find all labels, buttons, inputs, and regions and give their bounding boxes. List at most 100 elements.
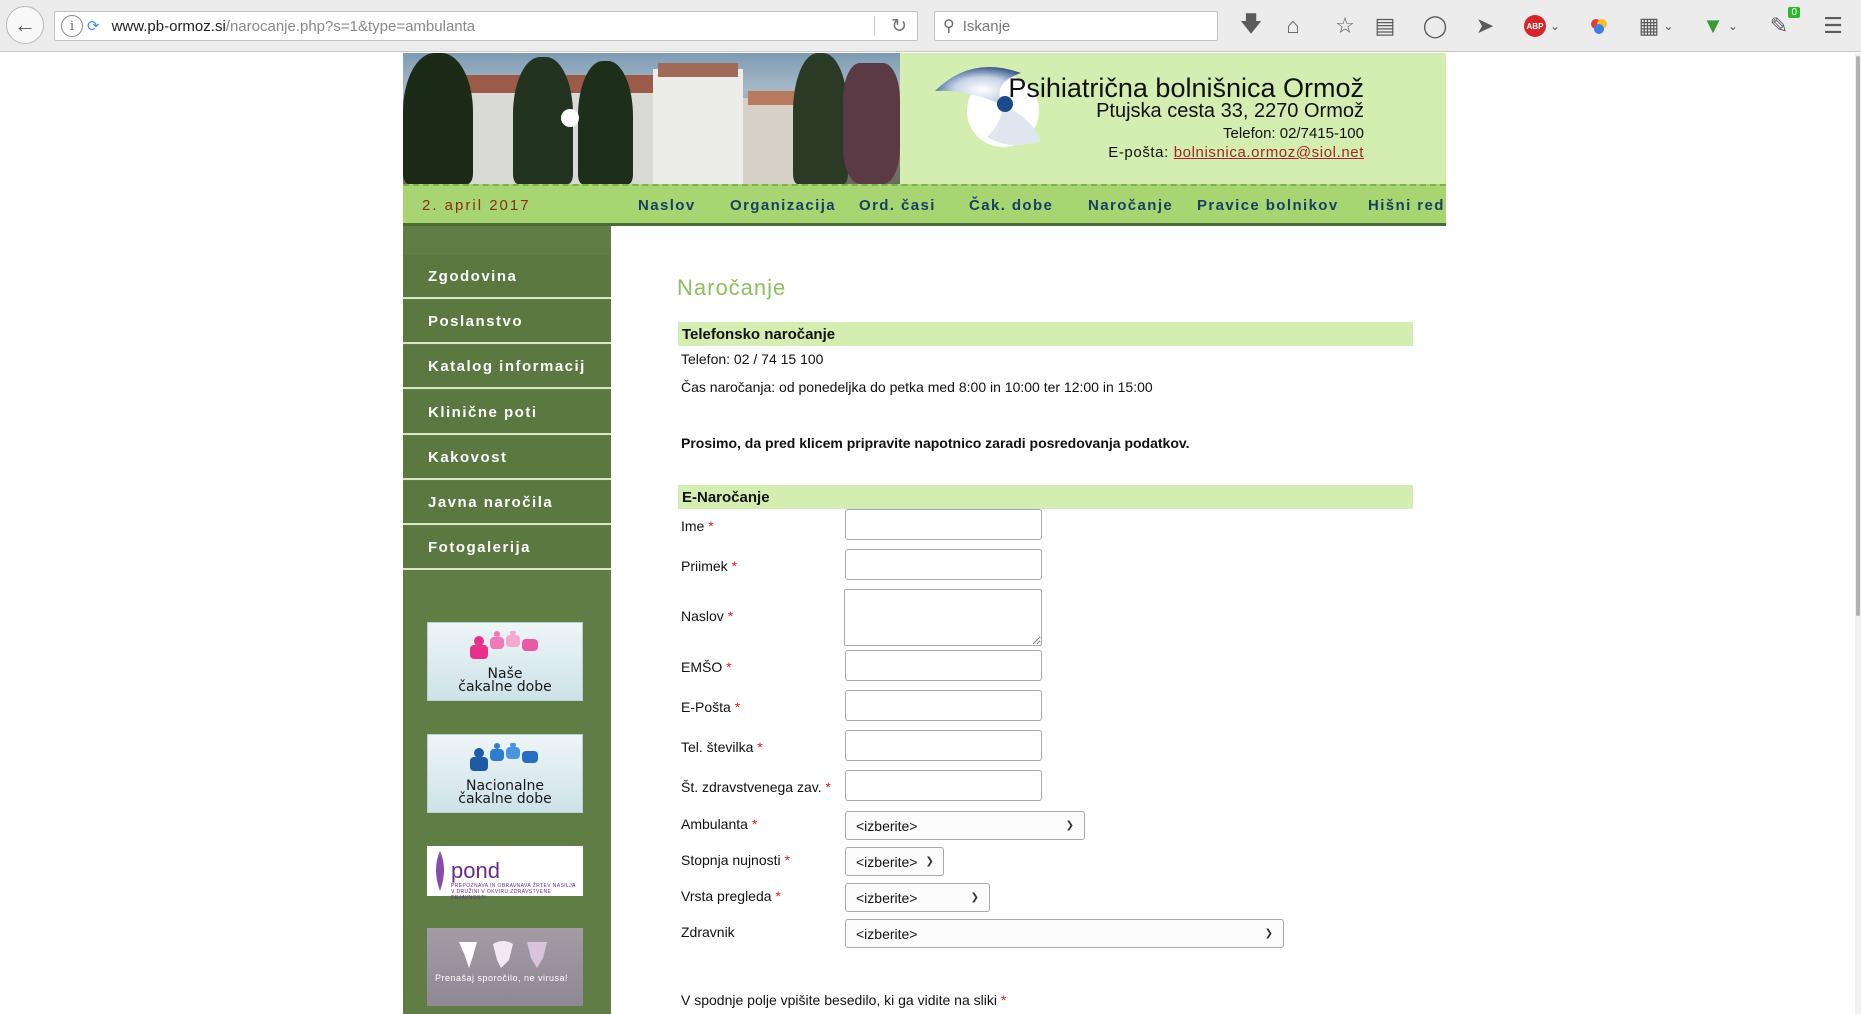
zdravnik-select[interactable]: <izberite> ❯ <box>845 919 1284 948</box>
chevron-down-icon: ❯ <box>970 892 979 903</box>
required-mark: * <box>734 699 741 715</box>
label-priimek-text: Priimek <box>681 558 728 574</box>
info-icon[interactable]: i <box>61 15 83 37</box>
page-scrollbar[interactable] <box>1855 53 1861 1014</box>
nav-naslov[interactable]: Naslov <box>638 197 696 214</box>
back-button[interactable]: ← <box>6 6 44 44</box>
label-vrsta-text: Vrsta pregleda <box>681 888 772 904</box>
label-eposta: E-Pošta * <box>681 699 740 715</box>
tel-input[interactable] <box>845 730 1042 761</box>
menu-icon[interactable]: ☰ <box>1820 13 1846 39</box>
phone-note: Prosimo, da pred klicem pripravite napot… <box>681 435 1190 451</box>
pond-subtitle: PREPOZNAVA IN OBRAVNAVA ŽRTEV NASILJA V … <box>451 883 576 901</box>
signature-extension-icon[interactable]: ✎ 0 <box>1766 7 1800 39</box>
ambulanta-select-value: <izberite> <box>856 817 918 834</box>
site-header: Psihiatrična bolnišnica Ormož Ptujska ce… <box>403 53 1446 184</box>
eposta-input[interactable] <box>845 690 1042 721</box>
required-mark: * <box>1000 992 1007 1008</box>
url-text: www.pb-ormoz.si/narocanje.php?s=1&type=a… <box>112 18 476 35</box>
nav-hisni-red[interactable]: Hišni red <box>1368 197 1445 214</box>
phone-section-heading: Telefonsko naročanje <box>678 322 1413 346</box>
sidebar-item-zgodovina[interactable]: Zgodovina <box>403 255 611 299</box>
sidebar-item-poslanstvo[interactable]: Poslanstvo <box>403 300 611 344</box>
ambulanta-select[interactable]: <izberite> ❯ <box>845 811 1085 840</box>
required-mark: * <box>825 779 831 795</box>
label-naslov: Naslov * <box>681 608 733 624</box>
nav-ord-casi[interactable]: Ord. časi <box>859 197 936 214</box>
required-mark: * <box>727 608 734 624</box>
label-priimek: Priimek * <box>681 558 737 574</box>
adblock-icon[interactable]: ABP ⌄ <box>1522 13 1562 39</box>
sidebar-item-kakovost[interactable]: Kakovost <box>403 436 611 480</box>
virus-campaign-text: Prenašaj sporočilo, ne virusa! <box>435 973 569 983</box>
priimek-input[interactable] <box>845 549 1042 580</box>
people-blue-icon <box>470 743 538 771</box>
required-mark: * <box>751 816 758 832</box>
color-extension-icon[interactable] <box>1586 13 1612 39</box>
nujnost-select[interactable]: <izberite> ❯ <box>845 847 944 876</box>
sidebar-item-fotogalerija[interactable]: Fotogalerija <box>403 526 611 570</box>
banner-nase-cakalne-dobe[interactable]: Naše čakalne dobe <box>427 622 583 701</box>
hands-icon <box>459 941 547 968</box>
required-mark: * <box>757 739 763 755</box>
banner-virus-campaign[interactable]: Prenašaj sporočilo, ne virusa! <box>427 928 583 1006</box>
e-booking-heading: E-Naročanje <box>678 485 1413 509</box>
sidebar-item-javna-narocila[interactable]: Javna naročila <box>403 481 611 525</box>
required-mark: * <box>731 558 738 574</box>
nav-cak-dobe[interactable]: Čak. dobe <box>969 197 1053 214</box>
home-icon[interactable]: ⌂ <box>1280 13 1306 39</box>
current-date: 2. april 2017 <box>422 197 531 214</box>
send-icon[interactable]: ➤ <box>1472 13 1498 39</box>
download-icon[interactable]: 🡇 <box>1238 11 1264 39</box>
zzzs-input[interactable] <box>845 770 1042 801</box>
sidebar-item-katalog[interactable]: Katalog informacij <box>403 345 611 389</box>
banner-pond[interactable]: pond PREPOZNAVA IN OBRAVNAVA ŽRTEV NASIL… <box>427 846 583 901</box>
label-naslov-text: Naslov <box>681 608 724 624</box>
nujnost-select-value: <izberite> <box>856 853 918 870</box>
reader-list-icon[interactable]: ▤ <box>1372 13 1398 39</box>
zdravnik-select-value: <izberite> <box>856 925 918 942</box>
chevron-down-icon: ❯ <box>1065 820 1074 831</box>
banner-national-line2: čakalne dobe <box>458 791 552 807</box>
vrsta-select[interactable]: <izberite> ❯ <box>845 883 990 912</box>
captcha-prompt: V spodnje polje vpišite besedilo, ki ga … <box>681 992 1006 1008</box>
banner-wait-line2: čakalne dobe <box>458 679 552 695</box>
banner-nacionalne-cakalne-dobe[interactable]: Nacionalne čakalne dobe <box>427 734 583 813</box>
chevron-down-icon: ❯ <box>925 856 934 867</box>
page-title: Naročanje <box>677 275 787 300</box>
search-bar[interactable]: ⚲ Iskanje <box>934 11 1218 41</box>
phone-number: Telefon: 02 / 74 15 100 <box>681 351 824 367</box>
label-zzzs-text: Št. zdravstvenega zav. <box>681 779 822 795</box>
adblock-badge: ABP <box>1523 15 1546 37</box>
url-bar[interactable]: i ⟳ www.pb-ormoz.si/narocanje.php?s=1&ty… <box>54 11 918 41</box>
hospital-photo <box>403 53 900 184</box>
label-emso-text: EMŠO <box>681 659 723 675</box>
hospital-address: Ptujska cesta 33, 2270 Ormož <box>1096 100 1364 122</box>
extension-download-icon[interactable]: ▼ ⌄ <box>1700 13 1740 39</box>
clipboard-icon[interactable]: ▦ ⌄ <box>1636 13 1676 39</box>
pond-leaf-icon <box>436 851 444 891</box>
reload-icon[interactable]: ↻ <box>891 15 907 38</box>
nav-narocanje[interactable]: Naročanje <box>1088 197 1173 214</box>
search-placeholder: Iskanje <box>962 17 1011 35</box>
required-mark: * <box>784 852 790 868</box>
chevron-down-icon: ❯ <box>1264 928 1273 939</box>
label-zzzs: Št. zdravstvenega zav. * <box>681 779 831 795</box>
naslov-textarea[interactable] <box>844 589 1042 646</box>
nav-pravice-bolnikov[interactable]: Pravice bolnikov <box>1197 197 1339 214</box>
label-nujnost-text: Stopnja nujnosti <box>681 852 781 868</box>
emso-input[interactable] <box>845 650 1042 681</box>
pocket-icon[interactable]: ◯ <box>1422 13 1448 39</box>
email-link[interactable]: bolnisnica.ormoz@siol.net <box>1174 144 1364 161</box>
phone-hours: Čas naročanja: od ponedeljka do petka me… <box>681 379 1153 395</box>
captcha-prompt-text: V spodnje polje vpišite besedilo, ki ga … <box>681 992 997 1008</box>
label-tel: Tel. številka * <box>681 739 763 755</box>
label-vrsta: Vrsta pregleda * <box>681 888 781 904</box>
label-eposta-text: E-Pošta <box>681 699 731 715</box>
scrollbar-thumb[interactable] <box>1856 56 1860 616</box>
label-ime: Ime * <box>681 518 714 534</box>
nav-organizacija[interactable]: Organizacija <box>730 197 836 214</box>
sidebar-item-klinicne-poti[interactable]: Klinične poti <box>403 391 611 435</box>
bookmark-star-icon[interactable]: ☆ <box>1332 13 1358 39</box>
ime-input[interactable] <box>845 509 1042 540</box>
